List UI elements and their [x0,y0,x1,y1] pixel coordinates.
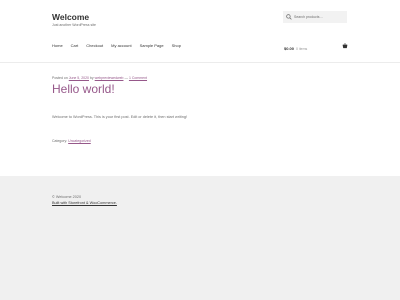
category-label: Category: [52,139,68,143]
search-icon [286,14,292,20]
site-footer: © Welcome 2020 Built with Storefront & W… [0,176,400,300]
nav-item-my-account[interactable]: My account [111,43,131,49]
nav-item-cart[interactable]: Cart [71,43,79,49]
by-label: by [89,76,94,80]
posted-on-label: Posted on [52,76,68,80]
site-title[interactable]: Welcome [52,12,89,22]
cart-amount: $0.00 [284,46,295,51]
post-date-link[interactable]: June 5, 2020 [69,76,89,80]
entry-meta: Posted on June 5, 2020 by webpreviewedwe… [52,76,147,80]
footer-credit-link[interactable]: Built with Storefront & WooCommerce. [52,201,117,205]
category-link[interactable]: Uncategorized [68,139,91,143]
nav-item-sample-page[interactable]: Sample Page [140,43,164,49]
header-cart[interactable]: $0.00 0 items [284,43,348,51]
search-box[interactable] [283,11,347,23]
footer-copyright: © Welcome 2020 [52,195,82,199]
comments-link[interactable]: 1 Comment [129,76,147,80]
post-title[interactable]: Hello world! [52,82,115,96]
post-content: Welcome to WordPress. This is your first… [52,115,188,119]
site-header: Welcome Just another WordPress site Home… [0,0,400,63]
cart-count: 0 items [296,47,308,51]
post-author-link[interactable]: webpreviewedweb [95,76,124,80]
basket-icon [342,43,348,49]
meta-separator: — [124,76,128,80]
nav-item-checkout[interactable]: Checkout [86,43,103,49]
search-input[interactable] [294,11,346,23]
nav-item-shop[interactable]: Shop [172,43,181,49]
nav-item-home[interactable]: Home [52,43,63,49]
primary-nav: Home Cart Checkout My account Sample Pag… [52,43,181,49]
post-category: Category: Uncategorized [52,139,91,143]
site-description: Just another WordPress site [52,23,96,27]
